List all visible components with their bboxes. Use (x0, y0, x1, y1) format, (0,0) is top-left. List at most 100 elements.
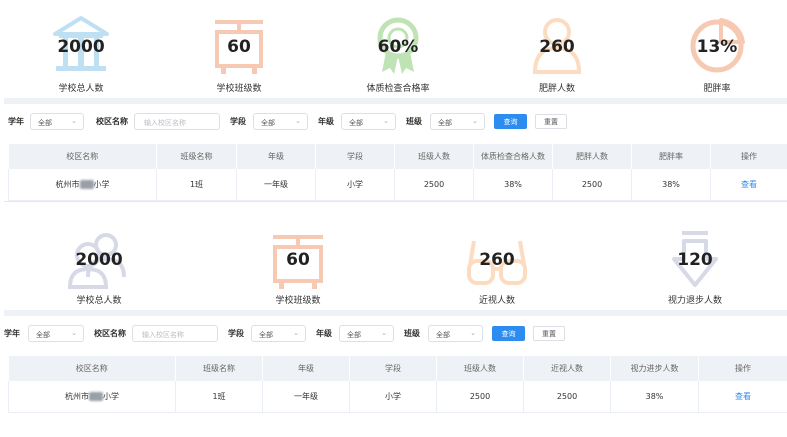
view-link[interactable]: 查看 (741, 180, 757, 189)
table-header-row: 校区名称 班级名称 年级 学段 班级人数 近视人数 视力进步人数 操作 (8, 356, 787, 381)
year-label: 学年 (4, 329, 20, 338)
cell-campus: 杭州市 小学 (8, 381, 176, 413)
cell-class-size: 2500 (436, 381, 524, 413)
campus-name-prefix: 杭州市 (65, 391, 89, 401)
grade-select[interactable]: 全部 ⌄ (341, 113, 396, 130)
view-link[interactable]: 查看 (735, 392, 751, 401)
stat-value: 60 (227, 37, 251, 57)
cell-class: 1班 (156, 169, 237, 201)
table-row: 杭州市 小学 1班 一年级 小学 2500 2500 38% 查看 (8, 381, 787, 413)
header-class: 班级名称 (175, 356, 263, 381)
search-button[interactable]: 查询 (492, 326, 525, 341)
filter-bar-vision: 学年 全部 ⌄ 校区名称 输入校区名称 学段 全部 ⌄ 年级 全部 ⌄ 班级 全… (0, 325, 787, 345)
cell-obese-count: 2500 (552, 169, 632, 201)
stat-pass-rate: 60% 体质检查合格率 (356, 0, 440, 100)
stage-select-value: 全部 (261, 119, 275, 127)
grade-select-value: 全部 (349, 119, 363, 127)
stat-value: 13% (696, 37, 738, 57)
stage-select[interactable]: 全部 ⌄ (251, 325, 306, 342)
stage-select-value: 全部 (259, 331, 273, 339)
year-select[interactable]: 全部 ⌄ (30, 113, 84, 130)
campus-label: 校区名称 (94, 329, 126, 338)
grade-select[interactable]: 全部 ⌄ (339, 325, 394, 342)
class-select[interactable]: 全部 ⌄ (428, 325, 483, 342)
stat-value: 2000 (75, 250, 123, 270)
campus-name-suffix: 小学 (103, 391, 119, 401)
stat-obese-count: 260 肥胖人数 (516, 0, 598, 100)
reset-button[interactable]: 重置 (533, 326, 565, 341)
chevron-down-icon: ⌄ (293, 329, 299, 337)
chevron-down-icon: ⌄ (71, 117, 77, 125)
stat-value: 60 (286, 250, 310, 270)
grade-label: 年级 (318, 117, 334, 126)
class-label: 班级 (406, 117, 422, 126)
chevron-down-icon: ⌄ (295, 117, 301, 125)
header-class-size: 班级人数 (436, 356, 524, 381)
stat-value: 60% (377, 37, 419, 57)
stat-myopia-count: 260 近视人数 (456, 205, 538, 310)
class-select-value: 全部 (438, 119, 452, 127)
header-grade: 年级 (262, 356, 350, 381)
chevron-down-icon: ⌄ (71, 329, 77, 337)
header-vision-improve: 视力进步人数 (610, 356, 699, 381)
campus-name-suffix: 小学 (93, 179, 110, 189)
stat-label: 学校班级数 (275, 296, 321, 306)
stat-value: 2000 (57, 37, 105, 57)
stats-row-physical: 2000 学校总人数 60 学校班级数 60% 体质检查合格率 260 肥胖人数 (0, 0, 787, 100)
chevron-down-icon: ⌄ (470, 329, 476, 337)
header-stage: 学段 (349, 356, 437, 381)
cell-campus: 杭州市 小学 (8, 169, 157, 201)
section-divider (4, 310, 787, 316)
header-stage: 学段 (315, 144, 395, 169)
search-button[interactable]: 查询 (494, 114, 527, 129)
campus-label: 校区名称 (96, 117, 128, 126)
campus-name-prefix: 杭州市 (55, 179, 80, 189)
stat-label: 学校总人数 (76, 296, 122, 306)
stat-label: 近视人数 (478, 296, 515, 306)
year-label: 学年 (8, 117, 24, 126)
class-label: 班级 (404, 329, 420, 338)
campus-search-input[interactable]: 输入校区名称 (134, 113, 220, 130)
header-obese-rate: 肥胖率 (631, 144, 711, 169)
stage-label: 学段 (228, 329, 244, 338)
stat-total-students: 2000 学校总人数 (58, 205, 140, 310)
header-grade: 年级 (236, 144, 316, 169)
chevron-down-icon: ⌄ (472, 117, 478, 125)
cell-grade: 一年级 (262, 381, 350, 413)
stat-vision-decline: 120 视力退步人数 (653, 205, 737, 310)
stat-obese-rate: 13% 肥胖率 (676, 0, 758, 100)
cell-action: 查看 (710, 169, 787, 201)
physical-data-table: 校区名称 班级名称 年级 学段 班级人数 体质检查合格人数 肥胖人数 肥胖率 操… (8, 144, 787, 201)
reset-button[interactable]: 重置 (535, 114, 567, 129)
stat-value: 120 (677, 250, 713, 270)
cell-pass-count: 38% (473, 169, 553, 201)
grade-select-value: 全部 (347, 331, 361, 339)
stat-label: 肥胖人数 (538, 84, 575, 94)
stage-select[interactable]: 全部 ⌄ (253, 113, 308, 130)
cell-myopia-count: 2500 (523, 381, 611, 413)
cell-action: 查看 (698, 381, 787, 413)
filter-bar-physical: 学年 全部 ⌄ 校区名称 输入校区名称 学段 全部 ⌄ 年级 全部 ⌄ 班级 全… (0, 113, 787, 133)
year-select[interactable]: 全部 ⌄ (28, 325, 84, 342)
class-select-value: 全部 (436, 331, 450, 339)
header-obese-count: 肥胖人数 (552, 144, 632, 169)
class-select[interactable]: 全部 ⌄ (430, 113, 485, 130)
header-campus: 校区名称 (8, 356, 176, 381)
header-myopia-count: 近视人数 (523, 356, 611, 381)
year-select-value: 全部 (38, 119, 52, 127)
cell-stage: 小学 (349, 381, 437, 413)
stat-label: 学校总人数 (58, 84, 104, 94)
stat-label: 体质检查合格率 (366, 84, 430, 94)
stat-total-students: 2000 学校总人数 (40, 0, 122, 100)
table-row: 杭州市 小学 1班 一年级 小学 2500 38% 2500 38% 查看 (8, 169, 787, 201)
stat-class-count: 60 学校班级数 (257, 205, 339, 310)
cell-obese-rate: 38% (631, 169, 711, 201)
cell-class: 1班 (175, 381, 263, 413)
stat-label: 肥胖率 (703, 84, 731, 94)
chevron-down-icon: ⌄ (381, 329, 387, 337)
grade-label: 年级 (316, 329, 332, 338)
header-class: 班级名称 (156, 144, 237, 169)
chevron-down-icon: ⌄ (383, 117, 389, 125)
campus-search-input[interactable]: 输入校区名称 (132, 325, 218, 342)
header-class-size: 班级人数 (394, 144, 474, 169)
